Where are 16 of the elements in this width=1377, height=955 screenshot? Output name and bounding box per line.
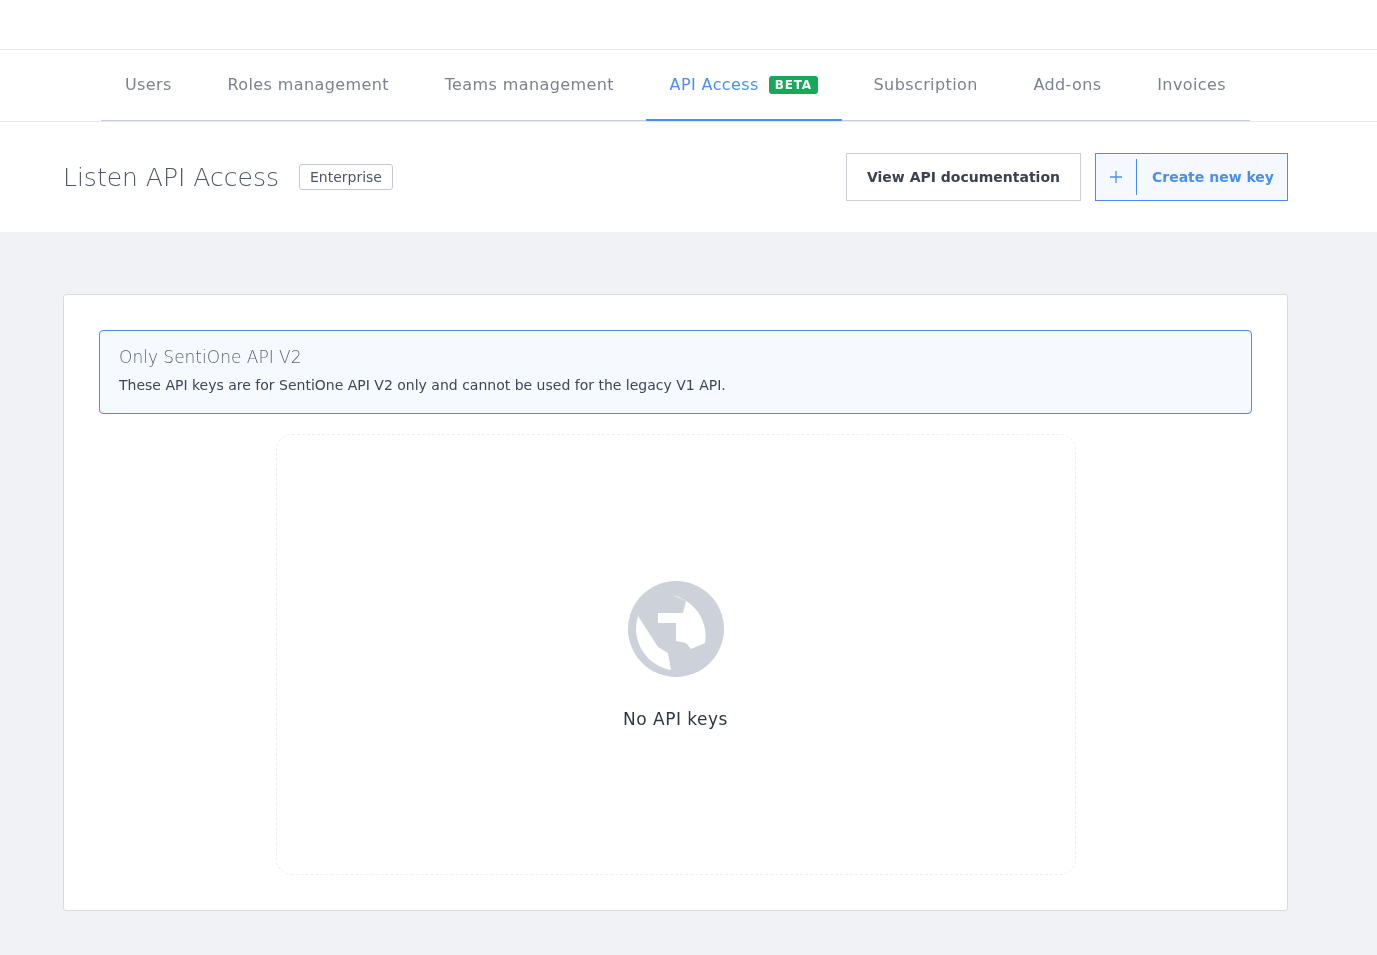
nav-tab[interactable]: Subscription <box>849 50 1002 121</box>
nav-tab[interactable]: Add-ons <box>1009 50 1126 121</box>
nav-tab[interactable]: Invoices <box>1133 50 1250 121</box>
documentation-button[interactable]: View API documentation <box>845 153 1081 201</box>
empty-message: No API keys <box>623 708 728 729</box>
plus-icon <box>1110 171 1122 183</box>
create-key-button[interactable]: Create new key <box>1095 153 1288 201</box>
nav-tab[interactable]: Users <box>101 50 196 121</box>
nav-tab[interactable]: Teams management <box>420 50 638 121</box>
globe-icon <box>627 580 724 677</box>
notice-text: These API keys are for SentiOne API V2 only and cannot be used for the legacy V1 API. <box>119 377 727 393</box>
page-title: Listen API Access <box>63 162 279 192</box>
plan-badge: Enterprise <box>298 164 393 190</box>
nav-tab[interactable]: Roles management <box>203 50 413 121</box>
beta-badge: BETA <box>768 75 818 94</box>
notice-title: Only SentiOne API V2 <box>119 347 303 367</box>
